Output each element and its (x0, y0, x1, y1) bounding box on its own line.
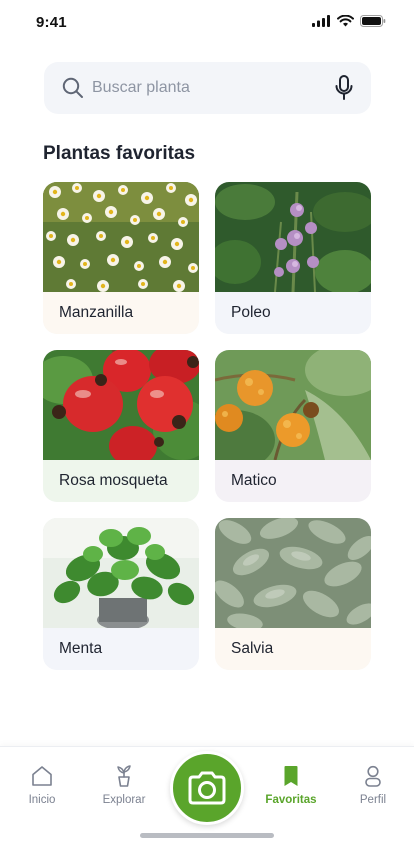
nav-item-explorar[interactable]: Explorar (89, 765, 159, 806)
plant-label: Salvia (215, 628, 371, 670)
nav-label: Favoritas (265, 794, 317, 806)
microphone-icon[interactable] (335, 75, 353, 101)
plant-image-poleo (215, 182, 371, 292)
status-icons (312, 15, 386, 27)
plant-image-salvia (215, 518, 371, 628)
plant-image-menta (43, 518, 199, 628)
signal-icon (312, 15, 330, 27)
nav-label: Inicio (28, 794, 56, 806)
nav-label: Explorar (102, 794, 146, 806)
nav-item-inicio[interactable]: Inicio (7, 765, 77, 806)
section-title: Plantas favoritas (43, 143, 196, 164)
home-icon (32, 766, 52, 786)
status-time: 9:41 (36, 14, 67, 31)
nav-item-perfil[interactable]: Perfil (338, 765, 408, 806)
plant-card-menta[interactable]: Menta (43, 518, 199, 670)
home-indicator (140, 833, 274, 838)
bottom-nav: Inicio Explorar Favoritas Perfil (0, 746, 414, 844)
camera-button[interactable] (170, 751, 244, 825)
nav-item-favoritas[interactable]: Favoritas (256, 765, 326, 806)
plant-label: Rosa mosqueta (43, 460, 199, 502)
plant-image-rosa-mosqueta (43, 350, 199, 460)
bookmark-icon (284, 766, 298, 786)
battery-icon (360, 15, 386, 27)
plant-card-rosa-mosqueta[interactable]: Rosa mosqueta (43, 350, 199, 502)
plant-pot-icon (117, 765, 131, 787)
status-bar: 9:41 (0, 0, 414, 46)
plant-image-matico (215, 350, 371, 460)
plant-grid: Manzanilla Poleo Rosa mosqueta Matico Me… (43, 182, 371, 670)
camera-icon (188, 771, 226, 805)
search-input[interactable] (92, 62, 322, 114)
wifi-icon (337, 15, 354, 27)
plant-image-manzanilla (43, 182, 199, 292)
plant-card-manzanilla[interactable]: Manzanilla (43, 182, 199, 334)
plant-label: Matico (215, 460, 371, 502)
plant-label: Manzanilla (43, 292, 199, 334)
plant-card-matico[interactable]: Matico (215, 350, 371, 502)
plant-card-salvia[interactable]: Salvia (215, 518, 371, 670)
nav-label: Perfil (359, 794, 387, 806)
plant-label: Poleo (215, 292, 371, 334)
plant-label: Menta (43, 628, 199, 670)
plant-card-poleo[interactable]: Poleo (215, 182, 371, 334)
person-icon (365, 765, 381, 787)
search-icon (62, 77, 83, 98)
search-bar[interactable] (44, 62, 371, 114)
